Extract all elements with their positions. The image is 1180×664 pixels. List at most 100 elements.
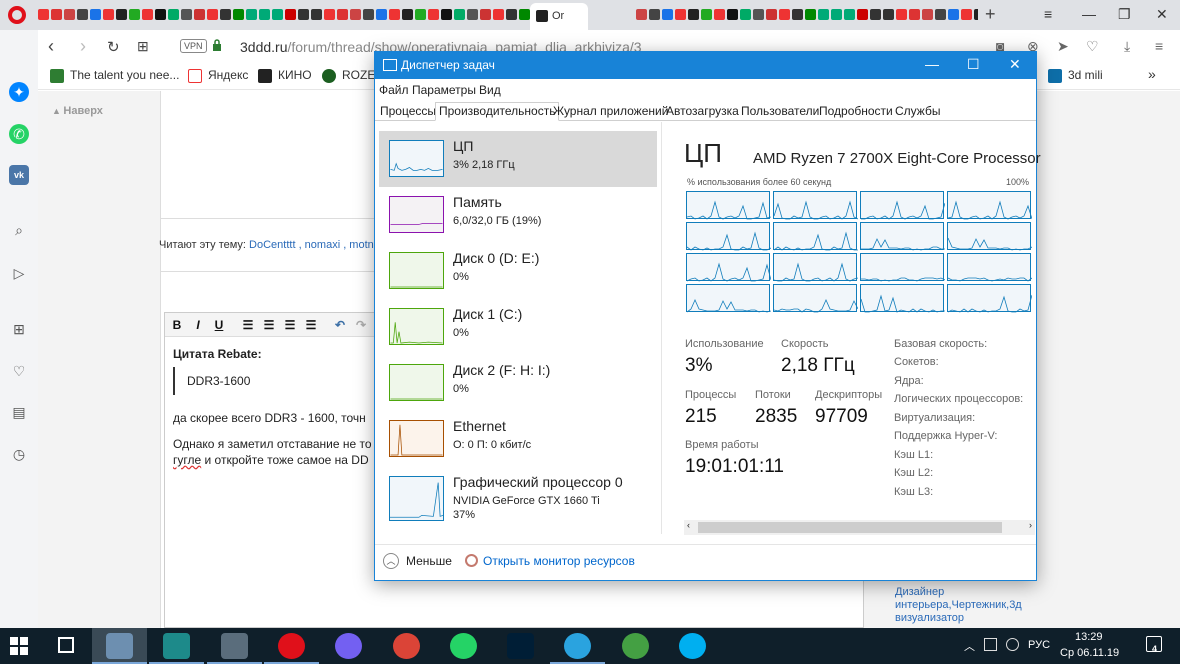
tab-favicon-icon[interactable] — [844, 9, 855, 21]
task-manager-titlebar[interactable]: Диспетчер задач — ☐ ✕ — [375, 52, 1036, 79]
tab-favicon-icon[interactable] — [246, 9, 257, 21]
tab-favicon-icon[interactable] — [77, 9, 88, 21]
tab-favicon-icon[interactable] — [402, 9, 413, 21]
tab-favicon-icon[interactable] — [935, 9, 946, 21]
tab-favicon-icon[interactable] — [155, 9, 166, 21]
tab-favicon-icon[interactable] — [870, 9, 881, 21]
tab-favicon-icon[interactable] — [519, 9, 530, 21]
tab-services[interactable]: Службы — [891, 102, 944, 121]
scroll-right-icon[interactable]: › — [1029, 520, 1032, 530]
messenger-icon[interactable]: ✦ — [9, 82, 29, 102]
clock-date[interactable]: Ср 06.11.19 — [1060, 647, 1119, 659]
new-tab-icon[interactable]: + — [985, 4, 996, 25]
tab-favicon-icon[interactable] — [428, 9, 439, 21]
minimize-icon[interactable]: — — [1082, 6, 1096, 22]
volume-icon[interactable] — [1006, 638, 1019, 651]
menu-view[interactable]: Вид — [479, 83, 501, 97]
network-icon[interactable] — [984, 638, 997, 651]
taskbar-app-utorrent[interactable] — [608, 628, 663, 664]
menu-file[interactable]: Файл — [379, 83, 409, 97]
tab-menu-icon[interactable]: ≡ — [1044, 6, 1052, 22]
tab-favicon-icon[interactable] — [103, 9, 114, 21]
taskbar-app-telegram[interactable] — [550, 628, 606, 664]
bookmarks-more-button[interactable]: » — [1148, 66, 1156, 82]
tab-favicon-icon[interactable] — [636, 9, 647, 21]
device-disk-0[interactable]: Диск 0 (D: E:) 0% — [379, 243, 657, 299]
tab-favicon-icon[interactable] — [350, 9, 361, 21]
reload-icon[interactable]: ↻ — [107, 38, 120, 56]
tab-favicon-icon[interactable] — [727, 9, 738, 21]
device-ethernet[interactable]: Ethernet О: 0 П: 0 кбит/с — [379, 411, 657, 467]
align-center-button[interactable]: ☰ — [261, 317, 277, 333]
open-resource-monitor-link[interactable]: Открыть монитор ресурсов — [483, 554, 635, 568]
tab-favicon-icon[interactable] — [896, 9, 907, 21]
fewer-details-icon[interactable]: ︿ — [383, 553, 399, 569]
device-memory[interactable]: Память 6,0/32,0 ГБ (19%) — [379, 187, 657, 243]
tab-favicon-icon[interactable] — [688, 9, 699, 21]
tab-favicon-icon[interactable] — [311, 9, 322, 21]
tab-favicon-icon[interactable] — [363, 9, 374, 21]
italic-button[interactable]: I — [190, 317, 206, 333]
tab-favicon-icon[interactable] — [805, 9, 816, 21]
tab-favicon-icon[interactable] — [883, 9, 894, 21]
tab-favicon-icon[interactable] — [831, 9, 842, 21]
download-icon[interactable]: ⤓ — [1124, 38, 1130, 55]
tab-favicons[interactable] — [38, 7, 978, 23]
tab-favicon-icon[interactable] — [675, 9, 686, 21]
clock-time[interactable]: 13:29 — [1075, 631, 1103, 643]
tab-favicon-icon[interactable] — [441, 9, 452, 21]
tab-app-history[interactable]: Журнал приложений — [549, 102, 672, 121]
tab-favicon-icon[interactable] — [51, 9, 62, 21]
tab-favicon-icon[interactable] — [818, 9, 829, 21]
tab-favicon-icon[interactable] — [662, 9, 673, 21]
device-gpu[interactable]: Графический процессор 0 NVIDIA GeForce G… — [379, 467, 657, 529]
scroll-left-icon[interactable]: ‹ — [687, 520, 690, 530]
tab-favicon-icon[interactable] — [272, 9, 283, 21]
underline-button[interactable]: U — [211, 317, 227, 333]
speed-dial-sidebar-icon[interactable]: ⊞ — [9, 319, 29, 339]
close-icon[interactable]: ✕ — [1156, 6, 1168, 23]
tab-favicon-icon[interactable] — [766, 9, 777, 21]
device-cpu[interactable]: ЦП 3% 2,18 ГГц — [379, 131, 657, 187]
tab-favicon-icon[interactable] — [454, 9, 465, 21]
forward-icon[interactable]: › — [80, 36, 86, 57]
tab-favicon-icon[interactable] — [961, 9, 972, 21]
align-left-button[interactable]: ☰ — [240, 317, 256, 333]
tab-favicon-icon[interactable] — [116, 9, 127, 21]
readers-names[interactable]: DoCentttt , nomaxi , motnahp — [249, 239, 392, 251]
bookmark-yandex[interactable]: Яндекс — [188, 68, 248, 83]
menu-options[interactable]: Параметры — [412, 83, 476, 97]
windows-start-icon[interactable] — [10, 637, 28, 655]
tab-favicon-icon[interactable] — [64, 9, 75, 21]
tab-favicon-icon[interactable] — [909, 9, 920, 21]
tm-maximize-icon[interactable]: ☐ — [967, 56, 980, 73]
opera-menu-icon[interactable] — [8, 6, 26, 24]
back-to-top-link[interactable]: Наверх — [52, 105, 103, 117]
tab-favicon-icon[interactable] — [194, 9, 205, 21]
bookmark-3d-mili[interactable]: 3d mili — [1048, 68, 1103, 83]
tab-favicon-icon[interactable] — [857, 9, 868, 21]
tab-favicon-icon[interactable] — [285, 9, 296, 21]
device-disk-2[interactable]: Диск 2 (F: H: I:) 0% — [379, 355, 657, 411]
tab-favicon-icon[interactable] — [714, 9, 725, 21]
undo-button[interactable]: ↶ — [332, 317, 348, 333]
news-icon[interactable]: ▤ — [9, 402, 29, 422]
bookmark-kino[interactable]: КИНО — [258, 68, 312, 83]
tab-favicon-icon[interactable] — [415, 9, 426, 21]
tab-users[interactable]: Пользователи — [737, 102, 823, 121]
tab-favicon-icon[interactable] — [480, 9, 491, 21]
redo-button[interactable]: ↷ — [353, 317, 369, 333]
tab-favicon-icon[interactable] — [948, 9, 959, 21]
tab-favicon-icon[interactable] — [220, 9, 231, 21]
vpn-badge[interactable]: VPN — [180, 39, 207, 53]
tab-favicon-icon[interactable] — [779, 9, 790, 21]
taskbar-app-photoshop[interactable] — [493, 628, 548, 664]
tab-favicon-icon[interactable] — [233, 9, 244, 21]
tab-favicon-icon[interactable] — [792, 9, 803, 21]
taskbar-app-3ds-max[interactable] — [149, 628, 205, 664]
history-icon[interactable]: ◷ — [9, 444, 29, 464]
settings-menu-icon[interactable]: ≡ — [1155, 38, 1163, 54]
scrollbar-thumb[interactable] — [698, 522, 1002, 533]
tab-performance[interactable]: Производительность — [435, 102, 560, 121]
device-disk-1[interactable]: Диск 1 (C:) 0% — [379, 299, 657, 355]
